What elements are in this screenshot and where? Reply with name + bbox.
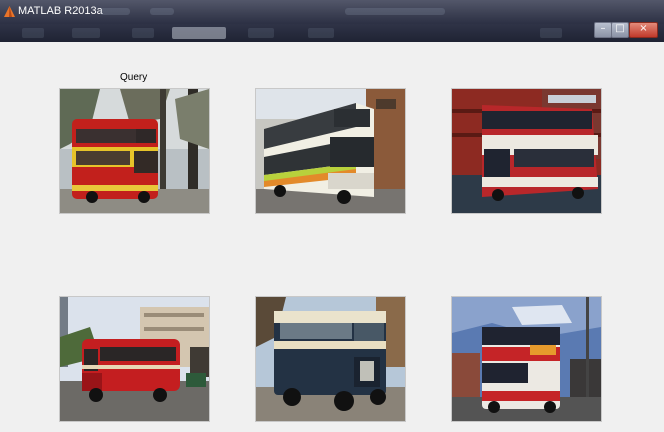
window-title: MATLAB R2013a [18, 5, 103, 17]
bus-image [452, 89, 601, 213]
bus-image [256, 89, 405, 213]
matlab-figure-window: MATLAB R2013a – □ × Query [0, 0, 664, 432]
result-image [451, 88, 602, 214]
maximize-button[interactable]: □ [611, 22, 629, 38]
result-image [451, 296, 602, 422]
close-icon: × [639, 23, 648, 34]
menu-item-file[interactable] [22, 28, 44, 38]
matlab-logo-icon [4, 6, 15, 17]
maximize-icon: □ [615, 23, 625, 34]
menu-item-view[interactable] [132, 28, 154, 38]
menu-item-desktop[interactable] [308, 28, 334, 38]
result-image [255, 88, 406, 214]
result-image [255, 296, 406, 422]
figure-canvas: Query [0, 42, 664, 432]
bus-image [256, 297, 405, 421]
menu-bar [0, 24, 664, 42]
query-label: Query [120, 72, 148, 83]
minimize-button[interactable]: – [594, 22, 612, 38]
bus-image [60, 89, 209, 213]
bus-image [452, 297, 601, 421]
title-bar-element [345, 8, 445, 15]
menu-item-help[interactable] [540, 28, 562, 38]
menu-item-insert[interactable] [172, 27, 226, 39]
bus-image [60, 297, 209, 421]
minimize-icon: – [600, 23, 606, 34]
result-image [59, 296, 210, 422]
title-bar-element [150, 8, 174, 15]
menu-item-tools[interactable] [248, 28, 274, 38]
title-bar: MATLAB R2013a [0, 0, 664, 24]
menu-item-edit[interactable] [72, 28, 100, 38]
title-bar-element [100, 8, 130, 15]
query-image [59, 88, 210, 214]
close-button[interactable]: × [629, 22, 658, 38]
